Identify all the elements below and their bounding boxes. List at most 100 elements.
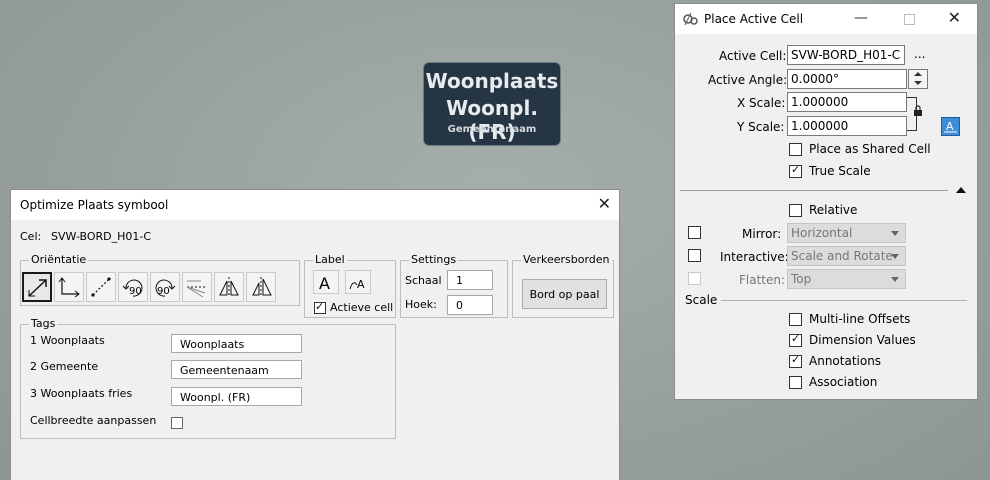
optimize-titlebar[interactable]: Optimize Plaats symbool ✕: [11, 190, 619, 220]
relative-checkbox[interactable]: [789, 204, 802, 217]
annotations-checkbox[interactable]: [789, 353, 802, 368]
orientatie-label: Oriëntatie: [29, 253, 89, 266]
cellbreedte-checkbox[interactable]: [171, 417, 183, 429]
cel-value: SVW-BORD_H01-C: [51, 230, 152, 243]
place-cell-app-icon: [683, 12, 698, 26]
flatten-value: Top: [791, 272, 812, 286]
collapse-icon[interactable]: [956, 187, 966, 193]
mirror-lock-checkbox[interactable]: [688, 226, 701, 239]
direction-arrow-icon[interactable]: [22, 272, 52, 302]
verkeersborden-group-title: Verkeersborden: [521, 253, 612, 266]
angle-spinner[interactable]: [908, 69, 928, 89]
minimize-icon[interactable]: —: [854, 10, 868, 26]
place-shared-checkbox[interactable]: [789, 143, 802, 156]
sign-line-gemeente: Gemeentenaam: [447, 124, 537, 135]
multiline-offsets-label: Multi-line Offsets: [809, 312, 911, 326]
text-path-icon[interactable]: A: [345, 270, 371, 294]
lock-icon[interactable]: [913, 105, 923, 117]
active-cell-input[interactable]: SVW-BORD_H01-C: [787, 45, 905, 65]
association-label: Association: [809, 375, 878, 389]
chevron-down-icon: [891, 231, 899, 236]
relative-label: Relative: [809, 203, 858, 217]
y-scale-label: Y Scale:: [737, 120, 785, 134]
place-active-cell-dialog: Place Active Cell — ✕ Active Cell: SVW-B…: [674, 3, 978, 400]
spin-down-icon[interactable]: [914, 81, 922, 85]
label-group-title: Label: [313, 253, 347, 266]
maximize-icon: [904, 14, 915, 25]
flatten-select: Top: [787, 269, 906, 289]
hoek-input[interactable]: 0: [447, 295, 493, 315]
mirror-select: Horizontal: [787, 223, 906, 243]
actieve-cell-checkbox[interactable]: [314, 300, 326, 314]
mirror-triangle-icon[interactable]: [246, 272, 276, 302]
sign-line-woonplaats: Woonplaats: [425, 69, 559, 93]
rotate-90-cw-icon[interactable]: 90: [150, 272, 180, 302]
axis-corner-icon[interactable]: [54, 272, 84, 302]
mirror-value: Horizontal: [791, 226, 853, 240]
place-shared-label: Place as Shared Cell: [809, 142, 931, 156]
true-scale-label: True Scale: [809, 164, 871, 178]
active-angle-label: Active Angle:: [708, 73, 788, 87]
dimension-values-label: Dimension Values: [809, 333, 916, 347]
chevron-down-icon: [891, 254, 899, 259]
association-checkbox[interactable]: [789, 376, 802, 389]
optimize-dialog: Optimize Plaats symbool ✕ Cel: SVW-BORD_…: [10, 189, 620, 480]
divider-top: [680, 190, 948, 191]
divider-scale: [721, 300, 967, 301]
x-scale-input[interactable]: 1.000000: [787, 92, 907, 112]
dashed-line-icon[interactable]: [86, 272, 116, 302]
optimize-title: Optimize Plaats symbool: [20, 198, 169, 212]
settings-group: Settings Schaal 1 Hoek: 0: [400, 253, 508, 318]
tag-input-woonplaats-fries[interactable]: Woonpl. (FR): [171, 387, 302, 406]
settings-group-title: Settings: [409, 253, 459, 266]
orientatie-group: Oriëntatie 90 90: [20, 253, 300, 306]
interactive-value: Scale and Rotate: [791, 249, 893, 263]
tag-input-woonplaats[interactable]: Woonplaats: [171, 334, 302, 353]
tag-label-gemeente: 2 Gemeente: [30, 360, 99, 373]
mirror-label: Mirror:: [742, 227, 782, 241]
y-scale-input[interactable]: 1.000000: [787, 116, 907, 136]
mirror-vertical-icon[interactable]: [214, 272, 244, 302]
road-sign-preview: Woonplaats Woonpl. (FR) Gemeentenaam: [423, 62, 561, 146]
close-icon[interactable]: ✕: [598, 196, 611, 212]
chevron-down-icon: [891, 277, 899, 282]
interactive-lock-checkbox[interactable]: [688, 249, 701, 262]
verkeersborden-group: Verkeersborden Bord op paal: [512, 253, 614, 318]
tags-group: Tags 1 Woonplaats Woonplaats 2 Gemeente …: [20, 317, 396, 439]
pac-title: Place Active Cell: [704, 12, 804, 26]
active-cell-label: Active Cell:: [719, 49, 787, 63]
tag-label-woonplaats: 1 Woonplaats: [30, 334, 105, 347]
annotations-label: Annotations: [809, 354, 882, 368]
browse-cell-button[interactable]: ...: [914, 47, 925, 61]
svg-text:90: 90: [157, 286, 170, 297]
cel-label: Cel:: [20, 230, 42, 243]
actieve-cell-label: Actieve cell: [330, 301, 394, 314]
align-fan-icon[interactable]: [182, 272, 212, 302]
tag-input-gemeente[interactable]: Gemeentenaam: [171, 360, 302, 379]
bord-op-paal-button[interactable]: Bord op paal: [522, 279, 607, 309]
spin-up-icon[interactable]: [914, 72, 922, 76]
interactive-select: Scale and Rotate: [787, 246, 906, 266]
text-label-icon[interactable]: A: [313, 270, 339, 294]
close-icon[interactable]: ✕: [948, 10, 961, 26]
hoek-label: Hoek:: [405, 298, 437, 311]
svg-text:A: A: [319, 274, 330, 293]
true-scale-checkbox[interactable]: [789, 163, 802, 178]
active-angle-input[interactable]: 0.0000°: [787, 69, 907, 89]
svg-text:A: A: [946, 120, 954, 133]
multiline-offsets-checkbox[interactable]: [789, 313, 802, 326]
pac-titlebar[interactable]: Place Active Cell — ✕: [675, 4, 977, 34]
dimension-values-checkbox[interactable]: [789, 332, 802, 347]
interactive-label: Interactive:: [720, 250, 789, 264]
schaal-input[interactable]: 1: [447, 270, 493, 290]
flatten-lock-checkbox: [688, 272, 701, 285]
rotate-90-ccw-icon[interactable]: 90: [118, 272, 148, 302]
flatten-label: Flatten:: [739, 273, 786, 287]
label-group: Label A A Actieve cell: [304, 253, 396, 318]
tag-label-woonplaats-fries: 3 Woonplaats fries: [30, 387, 133, 400]
cellbreedte-label: Cellbreedte aanpassen: [30, 414, 157, 427]
tags-group-title: Tags: [29, 317, 58, 330]
sign-line-woonplaats-fr: Woonpl. (FR): [446, 96, 538, 144]
svg-text:A: A: [357, 278, 365, 291]
annotation-scale-icon[interactable]: A: [941, 117, 960, 136]
